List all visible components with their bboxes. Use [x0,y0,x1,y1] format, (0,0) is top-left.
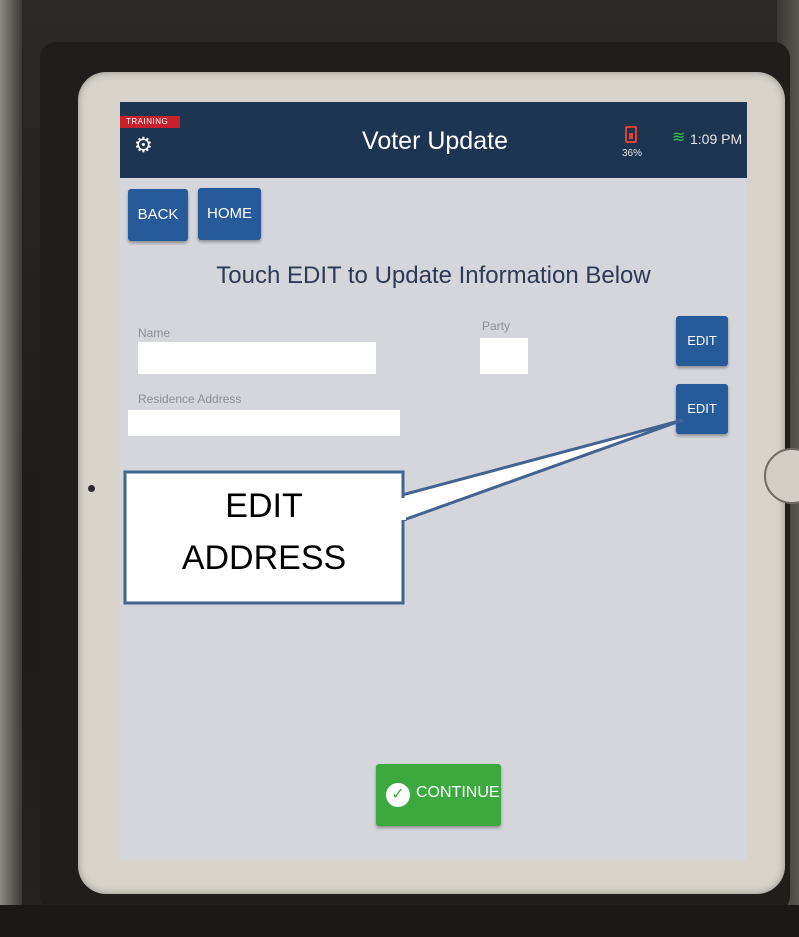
callout-pointer [396,418,684,525]
callout-line-1: EDIT [225,487,303,525]
photo-bottom-edge [0,905,799,937]
callout-shape [123,418,684,605]
callout-text: EDIT ADDRESS [128,480,400,584]
callout-line-2: ADDRESS [181,539,347,577]
